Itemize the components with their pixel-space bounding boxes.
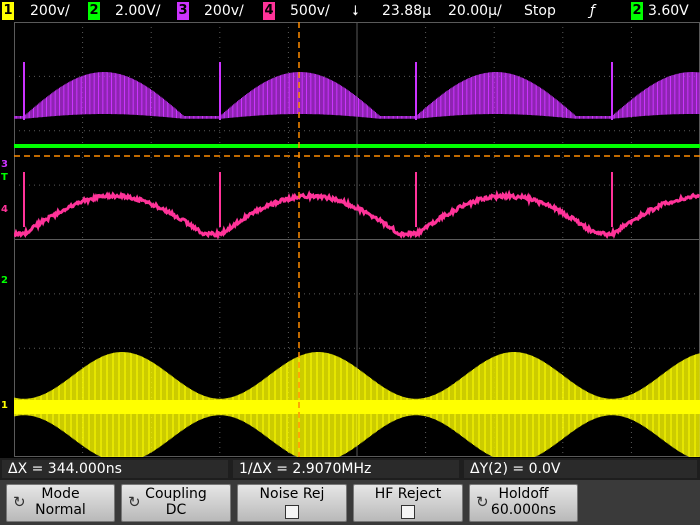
hf-reject-softkey[interactable]: HF Reject: [353, 484, 463, 522]
cursor-readout-bar: ΔX = 344.000ns 1/ΔX = 2.9070MHz ΔY(2) = …: [0, 458, 700, 480]
ch2-trace: [14, 144, 700, 148]
ch4-badge[interactable]: 4: [263, 2, 275, 20]
holdoff-label: Holdoff: [470, 486, 577, 503]
holdoff-value: 60.000ns: [470, 502, 577, 519]
ch1-ground-marker[interactable]: 1: [1, 401, 8, 411]
timebase: 20.00µ/: [448, 2, 502, 20]
waveform-canvas: [14, 22, 700, 457]
coupling-value: DC: [122, 502, 230, 519]
delta-y-readout: ΔY(2) = 0.0V: [464, 460, 697, 478]
mode-label: Mode: [7, 486, 114, 503]
ch4-ground-marker[interactable]: 4: [1, 205, 8, 215]
checkbox-icon: [401, 505, 415, 519]
ch3-ground-marker[interactable]: 3: [1, 160, 8, 170]
ch1-scale: 200v/: [30, 2, 70, 20]
status-bar: 1 200v/ 2 2.00V/ 3 200v/ 4 500v/ ⭣ 23.88…: [0, 0, 700, 22]
delta-x-readout: ΔX = 344.000ns: [2, 460, 228, 478]
trigger-edge-icon: ƒ: [590, 2, 595, 20]
trigger-level-marker[interactable]: T: [1, 173, 8, 183]
mode-value: Normal: [7, 502, 114, 519]
trigger-source-badge: 2: [631, 2, 643, 20]
time-offset: 23.88µ: [382, 2, 431, 20]
coupling-softkey[interactable]: ↻ Coupling DC: [121, 484, 231, 522]
ch2-badge[interactable]: 2: [88, 2, 100, 20]
ch1-core: [14, 400, 700, 414]
trigger-position-icon: ⭣: [352, 2, 359, 20]
ch3-scale: 200v/: [204, 2, 244, 20]
trigger-level: 3.60V: [648, 2, 689, 20]
waveform-display[interactable]: [14, 22, 700, 457]
holdoff-softkey[interactable]: ↻ Holdoff 60.000ns: [469, 484, 578, 522]
ch2-ground-marker[interactable]: 2: [1, 276, 8, 286]
inverse-delta-x-readout: 1/ΔX = 2.9070MHz: [233, 460, 459, 478]
noise-reject-softkey[interactable]: Noise Rej: [237, 484, 347, 522]
ch1-badge[interactable]: 1: [2, 2, 14, 20]
softkey-menu: ↻ Mode Normal ↻ Coupling DC Noise Rej HF…: [0, 480, 700, 525]
hf-reject-label: HF Reject: [354, 486, 462, 503]
ch2-scale: 2.00V/: [115, 2, 160, 20]
run-state: Stop: [524, 2, 556, 20]
checkbox-icon: [285, 505, 299, 519]
mode-softkey[interactable]: ↻ Mode Normal: [6, 484, 115, 522]
coupling-label: Coupling: [122, 486, 230, 503]
ch3-badge[interactable]: 3: [177, 2, 189, 20]
noise-reject-label: Noise Rej: [238, 486, 346, 503]
ch4-scale: 500v/: [290, 2, 330, 20]
